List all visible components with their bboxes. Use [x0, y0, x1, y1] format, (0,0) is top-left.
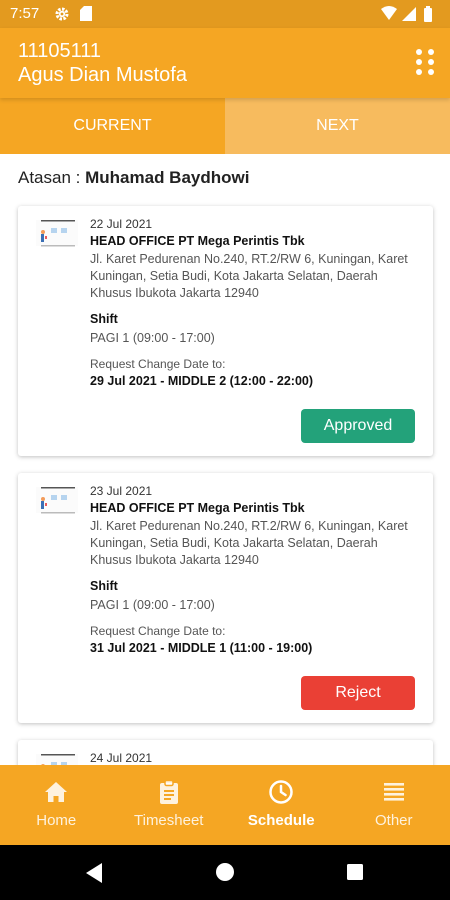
card-shift-label: Shift: [90, 312, 118, 326]
user-name: Agus Dian Mustofa: [18, 64, 187, 86]
nav-home-label: Home: [36, 812, 77, 829]
nav-home[interactable]: Home: [0, 765, 113, 845]
card-date: 22 Jul 2021: [90, 217, 153, 231]
office-illustration-icon: [36, 754, 78, 765]
card-request-label: Request Change Date to:: [90, 624, 226, 638]
supervisor-name: Muhamad Baydhowi: [85, 168, 250, 187]
tab-bar: CURRENT NEXT: [0, 98, 450, 154]
status-bar: 7:57: [0, 0, 450, 28]
home-circle-icon[interactable]: [215, 862, 235, 882]
bottom-nav: Home Timesheet Schedule Other: [0, 765, 450, 845]
card-address: Jl. Karet Pedurenan No.240, RT.2/RW 6, K…: [90, 252, 408, 300]
battery-icon: [424, 6, 432, 22]
home-icon: [45, 782, 68, 802]
signal-icon: [402, 7, 416, 21]
nav-other-label: Other: [374, 812, 413, 829]
supervisor-label: Atasan :: [18, 168, 86, 187]
list-menu-icon: [383, 783, 404, 801]
system-nav-bar: [0, 845, 450, 900]
status-time: 7:57: [10, 5, 40, 22]
schedule-list[interactable]: 22 Jul 2021 HEAD OFFICE PT Mega Perintis…: [0, 200, 450, 765]
status-approved-button[interactable]: Approved: [301, 409, 415, 443]
recent-apps-icon[interactable]: [346, 863, 364, 881]
office-illustration-icon: [36, 487, 78, 514]
nav-schedule-label: Schedule: [247, 812, 315, 829]
settings-gear-icon: [55, 7, 69, 21]
tab-current[interactable]: CURRENT: [0, 98, 225, 154]
card-office: HEAD OFFICE PT Mega Perintis Tbk: [90, 501, 305, 515]
schedule-card[interactable]: 23 Jul 2021 HEAD OFFICE PT Mega Perintis…: [18, 473, 433, 723]
card-date: 23 Jul 2021: [90, 484, 153, 498]
clock-icon: [269, 780, 293, 804]
status-indicators: [381, 6, 432, 22]
card-request-value: 29 Jul 2021 - MIDDLE 2 (12:00 - 22:00): [90, 374, 314, 388]
card-shift-value: PAGI 1 (09:00 - 17:00): [90, 598, 215, 612]
wifi-icon: [381, 6, 397, 20]
nav-timesheet[interactable]: Timesheet: [113, 765, 226, 845]
card-address: Jl. Karet Pedurenan No.240, RT.2/RW 6, K…: [90, 519, 408, 567]
schedule-card[interactable]: 24 Jul 2021: [18, 740, 433, 765]
schedule-card[interactable]: 22 Jul 2021 HEAD OFFICE PT Mega Perintis…: [18, 206, 433, 456]
grid-dots-menu-icon[interactable]: [415, 47, 435, 77]
card-office: HEAD OFFICE PT Mega Perintis Tbk: [90, 234, 305, 248]
card-shift-label: Shift: [90, 579, 118, 593]
sd-card-icon: [80, 6, 92, 21]
user-id: 11105111: [18, 40, 102, 62]
nav-timesheet-label: Timesheet: [134, 812, 204, 829]
card-date: 24 Jul 2021: [90, 751, 153, 765]
office-illustration-icon: [36, 220, 78, 247]
supervisor-line: Atasan : Muhamad Baydhowi: [18, 168, 249, 188]
clipboard-icon: [159, 779, 178, 804]
card-request-value: 31 Jul 2021 - MIDDLE 1 (11:00 - 19:00): [90, 641, 313, 655]
card-request-label: Request Change Date to:: [90, 357, 226, 371]
nav-other[interactable]: Other: [338, 765, 450, 845]
back-icon[interactable]: [84, 862, 104, 884]
app-bar: 11105111 Agus Dian Mustofa: [0, 28, 450, 98]
nav-schedule[interactable]: Schedule: [225, 765, 338, 845]
tab-next[interactable]: NEXT: [225, 98, 450, 154]
status-reject-button[interactable]: Reject: [301, 676, 415, 710]
card-shift-value: PAGI 1 (09:00 - 17:00): [90, 331, 215, 345]
